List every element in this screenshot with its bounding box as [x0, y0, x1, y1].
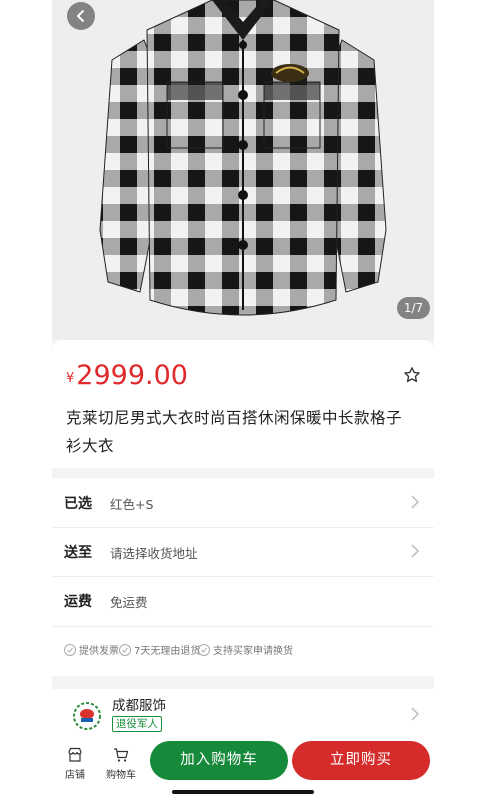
spec-row-address[interactable]: 送至 请选择收货地址: [52, 532, 434, 572]
check-circle-icon: [119, 643, 131, 656]
favorite-button[interactable]: [403, 366, 421, 388]
divider: [52, 527, 434, 528]
back-button[interactable]: [67, 2, 95, 30]
add-to-cart-button[interactable]: 加入购物车: [150, 741, 288, 780]
price-card: ¥2999.00 克莱切尼男式大衣时尚百搭休闲保暖中长款格子衫大衣: [52, 340, 434, 468]
store-button[interactable]: 店铺: [58, 747, 92, 781]
cart-icon: [114, 748, 129, 762]
spec-value: 红色+S: [110, 497, 154, 512]
guarantee-invoice: 提供发票: [64, 642, 119, 657]
spec-row-shipping: 运费 免运费: [52, 581, 434, 621]
shop-card[interactable]: 成都服饰 退役军人: [52, 689, 434, 739]
buy-now-button[interactable]: 立即购买: [292, 741, 430, 780]
currency-symbol: ¥: [66, 371, 75, 386]
price: ¥2999.00: [66, 360, 188, 391]
guarantee-text: 7天无理由退货: [134, 646, 201, 657]
home-indicator[interactable]: [172, 790, 314, 794]
divider: [52, 576, 434, 577]
back-arrow-icon: [77, 10, 84, 22]
chevron-right-icon: [411, 544, 419, 558]
cart-button[interactable]: 购物车: [104, 747, 138, 781]
product-title: 克莱切尼男式大衣时尚百搭休闲保暖中长款格子衫大衣: [66, 409, 403, 455]
spec-value: 免运费: [110, 595, 148, 610]
check-circle-icon: [64, 643, 76, 656]
product-image[interactable]: [52, 0, 434, 340]
chevron-right-icon: [411, 495, 419, 509]
store-label: 店铺: [65, 770, 85, 781]
star-outline-icon: [404, 367, 420, 383]
shop-name: 成都服饰: [112, 698, 166, 714]
guarantee-text: 支持买家申请换货: [213, 646, 293, 657]
cart-label: 购物车: [106, 770, 136, 781]
guarantee-exchange: 支持买家申请换货: [198, 642, 293, 657]
shop-badge: 退役军人: [112, 716, 162, 732]
spec-label: 已选: [64, 496, 92, 512]
divider: [52, 626, 434, 627]
guarantee-return: 7天无理由退货: [119, 642, 200, 657]
guarantee-text: 提供发票: [79, 646, 119, 657]
chevron-right-icon: [411, 707, 419, 721]
image-counter: 1/7: [397, 297, 430, 319]
shop-logo-icon: [73, 702, 101, 730]
store-icon: [68, 747, 82, 762]
spec-row-selected[interactable]: 已选 红色+S: [52, 483, 434, 523]
price-value: 2999.00: [76, 360, 188, 391]
spec-label: 运费: [64, 594, 92, 610]
spec-value: 请选择收货地址: [110, 546, 198, 561]
check-circle-icon: [198, 643, 210, 656]
spec-label: 送至: [64, 545, 92, 561]
jacket-illustration: [99, 0, 387, 316]
